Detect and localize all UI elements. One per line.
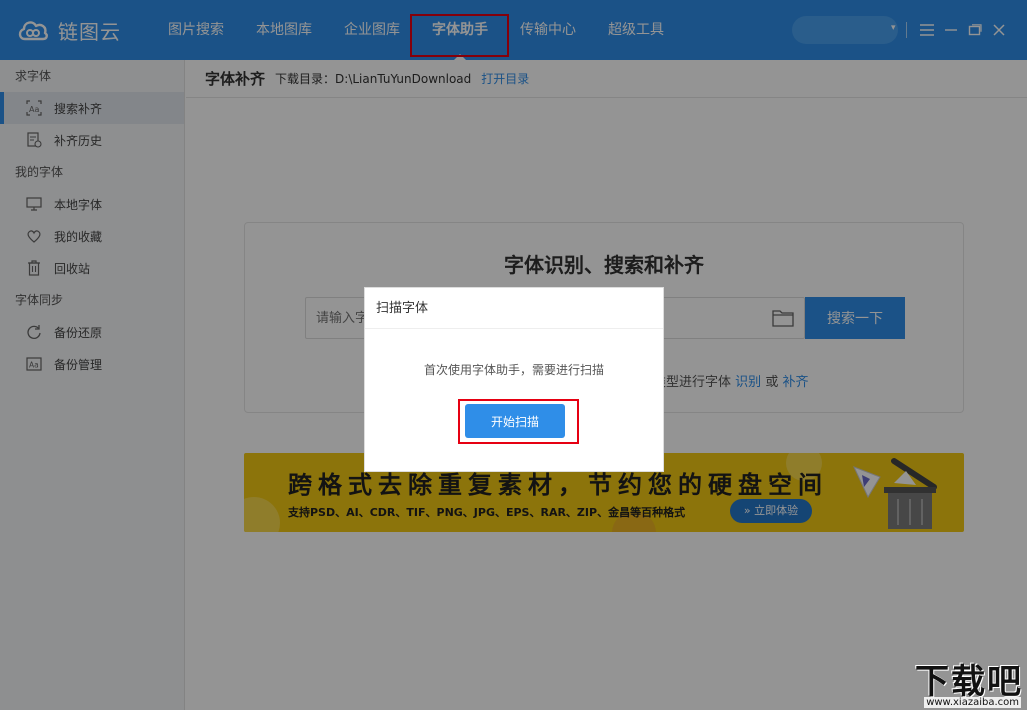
dialog-title: 扫描字体 bbox=[365, 288, 663, 329]
start-scan-button[interactable]: 开始扫描 bbox=[465, 404, 565, 438]
watermark-url: www.xiazaiba.com bbox=[924, 697, 1021, 708]
site-watermark: 下载吧 www.xiazaiba.com bbox=[893, 654, 1025, 710]
scan-font-dialog: 扫描字体 首次使用字体助手，需要进行扫描 开始扫描 bbox=[364, 287, 664, 472]
dialog-message: 首次使用字体助手，需要进行扫描 bbox=[423, 363, 604, 377]
watermark-logo-text: 下载吧 bbox=[915, 662, 1023, 702]
